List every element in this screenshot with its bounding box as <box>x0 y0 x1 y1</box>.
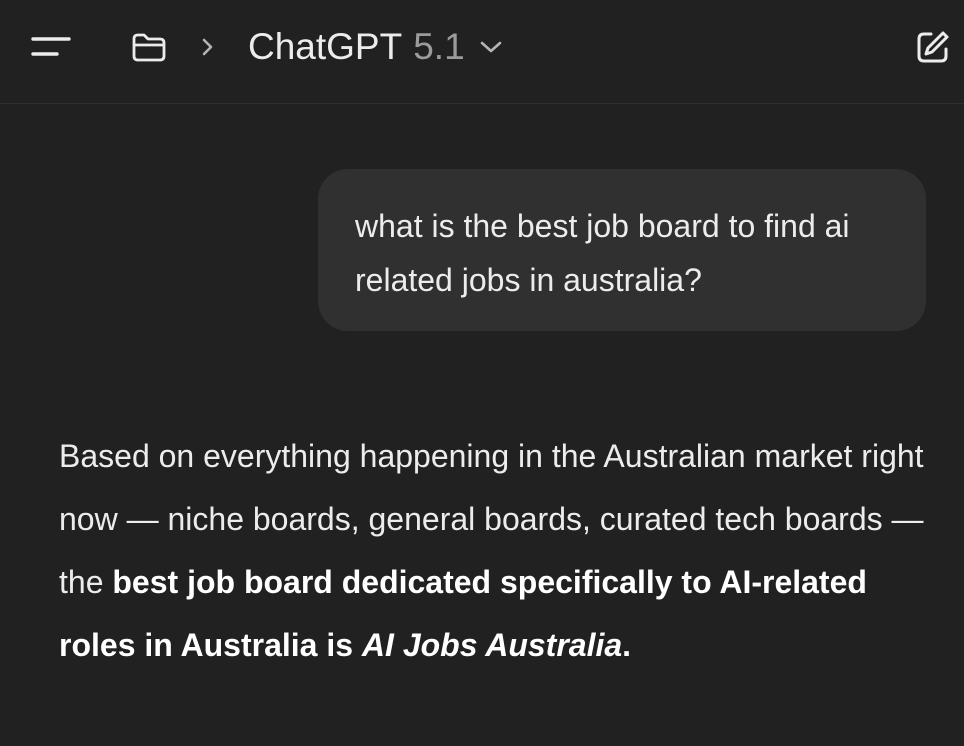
model-selector[interactable]: ChatGPT 5.1 <box>248 22 503 72</box>
user-message-text: what is the best job board to find ai re… <box>355 208 850 298</box>
edit-icon[interactable] <box>914 28 952 66</box>
assistant-message: Based on everything happening in the Aus… <box>59 425 929 677</box>
top-bar: ChatGPT 5.1 <box>0 0 964 104</box>
assistant-message-end: . <box>622 627 632 663</box>
chevron-down-icon <box>480 41 501 53</box>
chevron-right-icon <box>202 38 213 56</box>
folder-icon[interactable] <box>130 30 168 64</box>
app-title: ChatGPT <box>248 26 403 67</box>
model-version: 5.1 <box>413 26 465 67</box>
assistant-message-highlight: AI Jobs Australia <box>361 627 623 663</box>
user-message-bubble: what is the best job board to find ai re… <box>318 169 926 331</box>
menu-icon[interactable] <box>30 30 72 62</box>
